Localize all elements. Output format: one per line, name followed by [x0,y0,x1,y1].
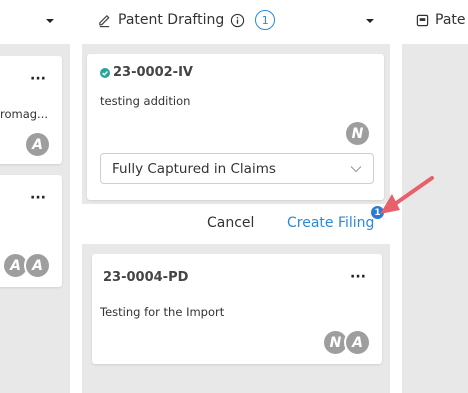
kanban-card[interactable]: ··· romag... A [0,56,62,164]
info-icon[interactable] [230,13,245,28]
document-icon [416,14,429,26]
create-filing-button[interactable]: Create Filing [287,215,374,231]
card-id: 23-0002-IV [113,65,193,80]
card-description: testing addition [100,94,191,108]
column-title: Patent Drafting [118,12,225,28]
card-description: romag... [0,107,49,121]
status-select-value: Fully Captured in Claims [112,161,276,177]
caret-down-icon [46,19,54,23]
column-patent-drafting-dropdown[interactable] [364,12,376,24]
pencil-icon [99,14,110,27]
card-menu-button[interactable]: ··· [30,191,46,205]
kanban-card[interactable]: ··· A A [0,175,62,287]
column-left-dropdown[interactable] [44,12,56,24]
card-id: 23-0004-PD [103,270,189,285]
avatar: N [344,120,371,147]
kanban-card[interactable]: 23-0004-PD ··· Testing for the Import N … [92,254,382,364]
card-menu-button[interactable]: ··· [30,72,46,86]
kanban-card-expanded[interactable]: 23-0002-IV testing addition N Fully Capt… [87,54,384,200]
cancel-button[interactable]: Cancel [207,215,254,231]
annotation-arrow [380,176,434,214]
status-select[interactable]: Fully Captured in Claims [100,153,374,184]
card-description: Testing for the Import [100,305,225,319]
avatar: A [24,252,51,279]
column-count-badge: 1 [255,10,276,30]
caret-down-icon [366,19,374,23]
check-circle-icon [100,68,110,78]
column-header-patent-drafting: Patent Drafting 1 [97,0,382,40]
avatar: A [344,329,371,356]
column-header-right: Pate [416,0,468,40]
card-action-bar: Cancel Create Filing 1 [82,204,390,244]
chevron-down-icon [350,166,362,173]
card-menu-button[interactable]: ··· [350,270,366,284]
column-title: Pate [435,12,466,28]
avatar: A [24,131,51,158]
